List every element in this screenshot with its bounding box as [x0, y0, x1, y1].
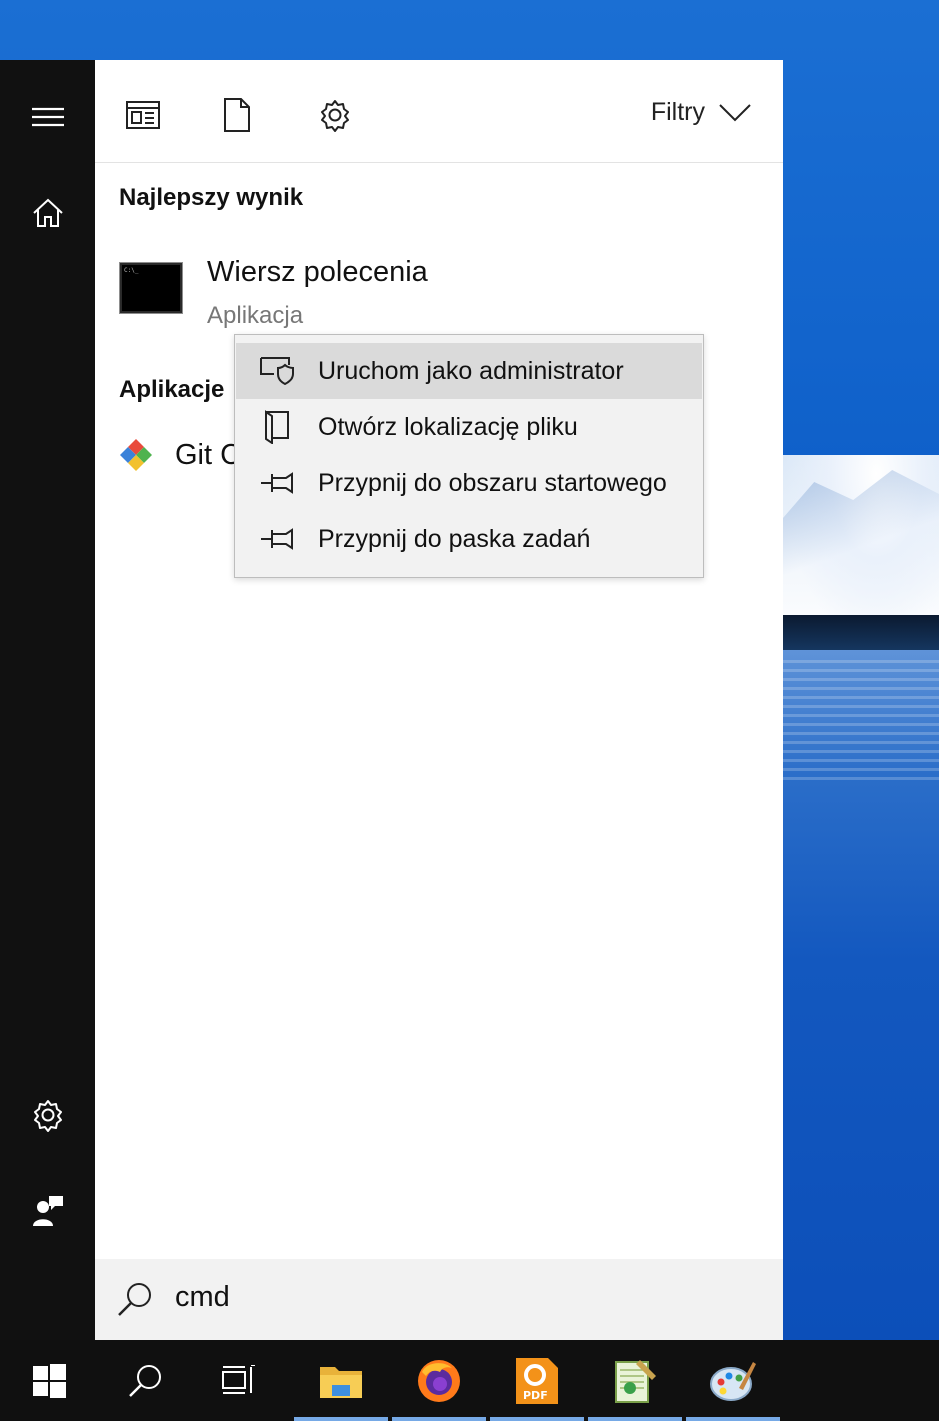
task-view-icon[interactable] [190, 1340, 288, 1421]
shield-icon [236, 357, 318, 385]
hamburger-icon[interactable] [0, 87, 95, 147]
pin-icon [236, 472, 318, 494]
wallpaper-shore [783, 615, 939, 655]
home-icon[interactable] [0, 183, 95, 243]
running-indicator [686, 1417, 780, 1421]
feedback-icon[interactable] [0, 1181, 95, 1241]
running-indicator [490, 1417, 584, 1421]
notepad-app-icon[interactable] [586, 1340, 684, 1421]
filters-dropdown[interactable]: Filtry [651, 98, 751, 127]
menu-item-open-file-location[interactable]: Otwórz lokalizację pliku [236, 399, 702, 455]
apps-filter-icon[interactable] [123, 95, 163, 135]
start-left-rail [0, 60, 95, 1340]
best-match-title: Wiersz polecenia [207, 256, 428, 288]
file-explorer-icon[interactable] [292, 1340, 390, 1421]
start-search-panel: Filtry Najlepszy wynik C:\_ Wiersz polec… [95, 60, 783, 1340]
git-app-icon [120, 439, 152, 471]
svg-text:C:\_: C:\_ [124, 267, 139, 274]
search-icon [117, 1281, 153, 1322]
apps-heading: Aplikacje [119, 376, 225, 403]
menu-item-pin-to-taskbar[interactable]: Przypnij do paska zadań [236, 511, 702, 567]
pdf-app-icon[interactable]: PDF [488, 1340, 586, 1421]
context-menu: Uruchom jako administrator Otwórz lokali… [234, 334, 704, 578]
command-prompt-icon: C:\_ [119, 262, 183, 314]
menu-item-run-as-admin[interactable]: Uruchom jako administrator [236, 343, 702, 399]
wallpaper-reflection [783, 660, 939, 780]
filter-toolbar: Filtry [95, 60, 783, 163]
running-indicator [392, 1417, 486, 1421]
firefox-icon[interactable] [390, 1340, 488, 1421]
menu-item-label: Uruchom jako administrator [318, 356, 624, 385]
svg-text:PDF: PDF [523, 1389, 548, 1402]
paint-app-icon[interactable] [684, 1340, 782, 1421]
settings-filter-icon[interactable] [315, 95, 355, 135]
menu-item-label: Przypnij do obszaru startowego [318, 468, 667, 497]
menu-item-label: Otwórz lokalizację pliku [318, 412, 578, 441]
search-icon[interactable] [96, 1340, 194, 1421]
chevron-down-icon [719, 103, 751, 121]
running-indicator [588, 1417, 682, 1421]
gear-icon[interactable] [0, 1085, 95, 1145]
menu-item-label: Przypnij do paska zadań [318, 524, 591, 553]
filters-label: Filtry [650, 98, 705, 126]
folder-icon [236, 410, 318, 444]
pin-icon [236, 528, 318, 550]
search-box[interactable]: cmd [95, 1259, 783, 1340]
documents-filter-icon[interactable] [217, 95, 257, 135]
taskbar: PDF [0, 1340, 939, 1421]
best-match-heading: Najlepszy wynik [119, 184, 304, 211]
windows-start-icon[interactable] [0, 1340, 98, 1421]
running-indicator [294, 1417, 388, 1421]
menu-item-pin-to-start[interactable]: Przypnij do obszaru startowego [236, 455, 702, 511]
app-item-git[interactable]: Git C [119, 438, 241, 472]
search-input[interactable]: cmd [175, 1281, 230, 1314]
app-item-label: Git C [175, 438, 242, 471]
best-match-subtitle: Aplikacja [207, 302, 304, 329]
